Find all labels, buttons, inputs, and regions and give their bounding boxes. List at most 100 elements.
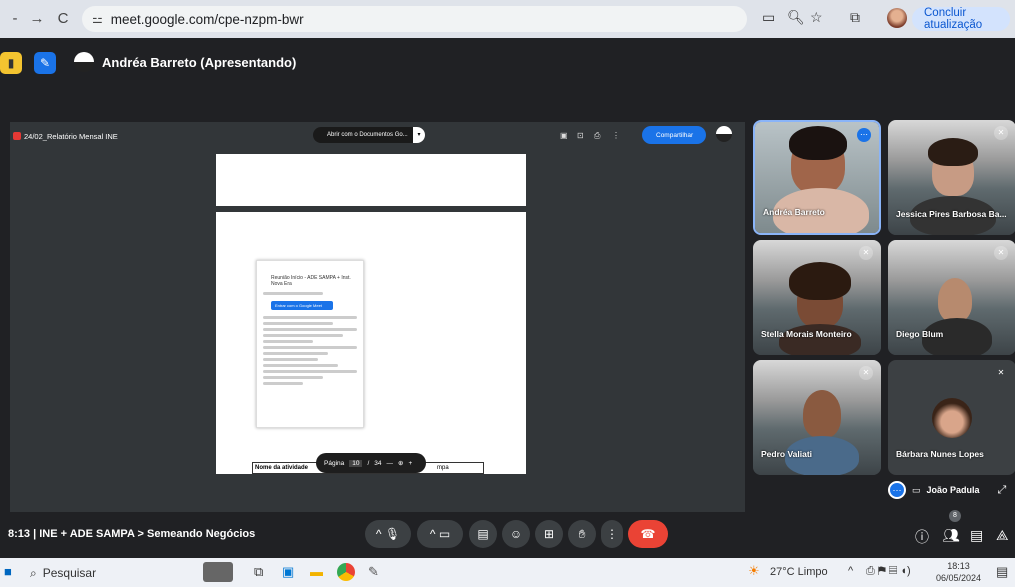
chevron-up-icon[interactable]: ^: [376, 527, 382, 541]
account-avatar[interactable]: [716, 126, 732, 142]
profile-avatar[interactable]: [887, 8, 907, 28]
share-button[interactable]: Compartilhar: [642, 126, 706, 144]
search-placeholder: Pesquisar: [42, 566, 97, 580]
end-call-button[interactable]: ☎: [628, 520, 668, 548]
page-total: 34: [374, 459, 382, 467]
table-header-activity: Nome da atividade: [255, 465, 309, 471]
download-icon[interactable]: ⊡: [577, 131, 584, 140]
bookmark-star-icon[interactable]: ☆: [810, 9, 823, 26]
open-with-label: Abrir com o Documentos Go...: [327, 132, 408, 138]
taskbar: ■ ⌕ Pesquisar ⧉ ▣ ▬ ✎ ☀ 27°C Limpo ^ ⎙ ⚑…: [0, 558, 1015, 587]
cast-icon[interactable]: ▭: [762, 9, 775, 26]
event-meet-button: Entrar com o Google Meet: [271, 301, 333, 310]
participant-name: Bárbara Nunes Lopes: [896, 449, 984, 459]
camera-control[interactable]: ^ ▭: [417, 520, 463, 548]
participant-name: Stella Morais Monteiro: [761, 329, 852, 339]
event-title: Reunião Início - ADE SAMPA + Inst. Nova …: [271, 275, 351, 287]
system-tray-icons[interactable]: ⎙ ⚑ ▤ ◖): [866, 565, 911, 578]
raise-hand-icon[interactable]: ✋︎: [568, 520, 596, 548]
meet-window: ▮ ✎ Andréa Barreto (Apresentando) 24/02_…: [0, 38, 1015, 558]
plus-icon[interactable]: +: [408, 460, 412, 467]
meeting-info: 8:13 | INE + ADE SAMPA > Semeando Negóci…: [8, 528, 256, 540]
more-vert-icon[interactable]: ⋮: [612, 131, 620, 140]
paint-icon[interactable]: ✎: [368, 564, 379, 580]
participant-tile[interactable]: ✕ Diego Blum: [888, 240, 1015, 355]
page-navigation: Página 10 / 34 — ⊕ +: [316, 453, 426, 473]
pdf-page: Reunião Início - ADE SAMPA + Inst. Nova …: [216, 212, 526, 474]
effects-icon[interactable]: ✎: [34, 52, 56, 74]
back-icon[interactable]: -: [4, 8, 26, 30]
participant-tile[interactable]: ✕ Pedro Valiati: [753, 360, 881, 475]
store-icon[interactable]: ▣: [282, 564, 294, 580]
printer-icon[interactable]: ⎙: [594, 131, 600, 141]
open-with-button[interactable]: Abrir com o Documentos Go... ▾: [313, 127, 425, 143]
update-button[interactable]: Concluir atualização: [912, 7, 1010, 31]
people-count-badge: 8: [949, 510, 961, 522]
pdf-icon: [13, 132, 21, 140]
app-icon-yellow[interactable]: ▮: [0, 52, 22, 74]
participant-tile[interactable]: ✕ Stella Morais Monteiro: [753, 240, 881, 355]
zoom-in-icon[interactable]: ⊕: [398, 459, 403, 467]
camera-icon[interactable]: ▭: [439, 527, 450, 541]
zoom-out-icon[interactable]: —: [387, 460, 394, 467]
mic-control[interactable]: ^ 🎙︎: [365, 520, 411, 548]
mic-off-icon: ✕: [859, 246, 873, 260]
chat-icon[interactable]: ▤: [970, 527, 983, 544]
camera-app-icon[interactable]: [203, 562, 233, 582]
task-view-icon[interactable]: ⧉: [254, 564, 263, 580]
pdf-title: 24/02_Relatório Mensal INE: [24, 132, 118, 141]
extensions-icon[interactable]: ⧉: [850, 9, 860, 26]
activities-icon[interactable]: ⟁: [996, 527, 1009, 544]
info-icon[interactable]: ⓘ: [915, 527, 929, 547]
taskbar-search[interactable]: ⌕ Pesquisar: [30, 563, 180, 583]
mic-icon[interactable]: 🎙︎: [385, 527, 400, 541]
participant-name: Andréa Barreto: [763, 207, 825, 217]
page-separator: /: [367, 459, 370, 467]
browser-toolbar: - → C ⚍ meet.google.com/cpe-nzpm-bwr ▭ 🔍…: [0, 0, 1015, 38]
more-options-icon[interactable]: ⋯: [888, 481, 906, 499]
zoom-icon[interactable]: 🔍︎: [787, 9, 805, 26]
meeting-title: INE + ADE SAMPA > Semeando Negócios: [39, 528, 256, 540]
shared-screen: 24/02_Relatório Mensal INE Abrir com o D…: [10, 122, 745, 512]
people-icon[interactable]: 👥︎: [942, 527, 960, 544]
table-header-fragment: mpa: [437, 465, 449, 471]
notification-icon[interactable]: ▤: [996, 564, 1008, 580]
mic-off-icon: ✕: [859, 366, 873, 380]
share-label: Compartilhar: [656, 131, 694, 139]
more-options-icon[interactable]: ⋮: [601, 520, 623, 548]
captions-icon[interactable]: ▤: [469, 520, 497, 548]
weather-icon: ☀: [748, 563, 760, 578]
search-icon: ⌕: [30, 565, 37, 580]
windows-start-icon[interactable]: ■: [4, 564, 12, 579]
present-icon[interactable]: ⊞: [535, 520, 563, 548]
more-options-icon[interactable]: ⋯: [857, 128, 871, 142]
presenter-label: Andréa Barreto (Apresentando): [102, 55, 297, 70]
update-label: Concluir atualização: [924, 7, 983, 31]
mic-off-icon: ✕: [994, 126, 1008, 140]
print-icon[interactable]: ▣: [560, 131, 568, 140]
chrome-icon[interactable]: [337, 563, 355, 581]
forward-arrow-icon[interactable]: →: [26, 8, 48, 30]
extra-participant[interactable]: ⋯ ▭ João Padula ⤢: [888, 480, 1010, 500]
participant-tile[interactable]: ⋯ Andréa Barreto: [753, 120, 881, 235]
weather-text: 27°C Limpo: [770, 566, 828, 578]
chevron-up-icon[interactable]: ^: [430, 527, 436, 541]
presenter-avatar: [74, 52, 94, 72]
participant-tile[interactable]: ✕ Bárbara Nunes Lopes: [888, 360, 1015, 475]
site-settings-icon[interactable]: ⚍: [92, 12, 103, 26]
participant-tile[interactable]: ✕ Jessica Pires Barbosa Ba...: [888, 120, 1015, 235]
mic-off-icon: ✕: [997, 368, 1005, 377]
address-bar[interactable]: ⚍ meet.google.com/cpe-nzpm-bwr: [82, 6, 747, 32]
chevron-up-icon[interactable]: ^: [848, 565, 853, 577]
expand-icon[interactable]: ⤢: [998, 484, 1007, 497]
participant-name: Diego Blum: [896, 329, 944, 339]
file-explorer-icon[interactable]: ▬: [310, 564, 323, 579]
participant-name: Pedro Valiati: [761, 449, 813, 459]
page-current[interactable]: 10: [349, 459, 363, 467]
emoji-icon[interactable]: ☺: [502, 520, 530, 548]
clock-time: 18:13: [947, 561, 970, 571]
reload-icon[interactable]: C: [52, 8, 74, 30]
clock[interactable]: 18:13 06/05/2024: [936, 560, 981, 584]
calendar-event-card: Reunião Início - ADE SAMPA + Inst. Nova …: [256, 260, 364, 428]
camera-off-icon: ▭: [912, 484, 921, 495]
